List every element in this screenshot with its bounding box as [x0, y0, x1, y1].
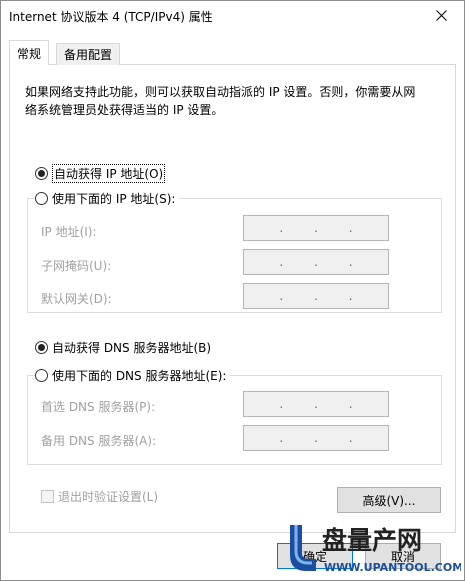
- tab-alternate-config[interactable]: 备用配置: [56, 43, 121, 65]
- advanced-button[interactable]: 高级(V)...: [337, 487, 441, 513]
- radio-label: 自动获得 DNS 服务器地址(B): [52, 341, 212, 355]
- octet-separator: .: [279, 221, 284, 235]
- octet-separator: .: [348, 221, 353, 235]
- radio-auto-ip[interactable]: 自动获得 IP 地址(O): [35, 164, 170, 183]
- radio-indicator: [35, 369, 48, 382]
- alternate-dns-label: 备用 DNS 服务器(A):: [41, 434, 157, 448]
- octet-separator: .: [279, 431, 284, 445]
- alternate-dns-field[interactable]: ...: [243, 425, 389, 451]
- ip-address-label: IP 地址(I):: [41, 225, 97, 239]
- description-line: 络系统管理员处获得适当的 IP 设置。: [25, 103, 224, 117]
- octet-separator: .: [348, 431, 353, 445]
- checkbox-box: [41, 490, 54, 503]
- site-watermark: 盘量产网 WWW.UPANTOOL.COM: [286, 521, 463, 577]
- title-bar: Internet 协议版本 4 (TCP/IPv4) 属性: [1, 1, 464, 31]
- octet-separator: .: [348, 289, 353, 303]
- radio-label: 自动获得 IP 地址(O): [52, 164, 166, 183]
- octet-separator: .: [348, 255, 353, 269]
- watermark-brand: 盘量产网: [322, 526, 422, 555]
- preferred-dns-label: 首选 DNS 服务器(P):: [41, 400, 156, 414]
- tab-general[interactable]: 常规: [9, 40, 50, 65]
- octet-separator: .: [348, 397, 353, 411]
- radio-label: 使用下面的 IP 地址(S):: [52, 192, 176, 206]
- close-icon: [436, 10, 447, 21]
- description-text: 如果网络支持此功能，则可以获取自动指派的 IP 设置。否则，你需要从网 络系统管…: [25, 83, 440, 119]
- dns-group-box: [27, 375, 442, 465]
- default-gateway-label: 默认网关(D):: [41, 292, 112, 306]
- octet-separator: .: [314, 221, 318, 235]
- octet-separator: .: [279, 255, 284, 269]
- radio-manual-dns[interactable]: 使用下面的 DNS 服务器地址(E):: [35, 367, 231, 384]
- subnet-mask-label: 子网掩码(U):: [41, 259, 112, 273]
- properties-dialog: Internet 协议版本 4 (TCP/IPv4) 属性 常规 备用配置 如果…: [0, 0, 465, 581]
- checkbox-label: 退出时验证设置(L): [58, 490, 159, 504]
- radio-auto-dns[interactable]: 自动获得 DNS 服务器地址(B): [35, 339, 216, 356]
- octet-separator: .: [314, 289, 318, 303]
- radio-indicator: [35, 192, 48, 205]
- ip-address-field[interactable]: ...: [243, 215, 389, 241]
- octet-separator: .: [314, 431, 318, 445]
- radio-label: 使用下面的 DNS 服务器地址(E):: [52, 369, 227, 383]
- watermark-url: WWW.UPANTOOL.COM: [324, 561, 461, 574]
- octet-separator: .: [314, 397, 318, 411]
- subnet-mask-field[interactable]: ...: [243, 249, 389, 275]
- window-title: Internet 协议版本 4 (TCP/IPv4) 属性: [9, 10, 213, 24]
- octet-separator: .: [279, 289, 284, 303]
- watermark-logo-icon: 盘量产网 WWW.UPANTOOL.COM: [290, 525, 463, 574]
- octet-separator: .: [314, 255, 318, 269]
- description-line: 如果网络支持此功能，则可以获取自动指派的 IP 设置。否则，你需要从网: [25, 85, 416, 99]
- radio-manual-ip[interactable]: 使用下面的 IP 地址(S):: [35, 190, 180, 207]
- radio-indicator: [35, 167, 48, 180]
- close-button[interactable]: [420, 1, 464, 31]
- validate-on-exit-checkbox[interactable]: 退出时验证设置(L): [41, 488, 158, 505]
- radio-indicator: [35, 341, 48, 354]
- octet-separator: .: [279, 397, 284, 411]
- default-gateway-field[interactable]: ...: [243, 283, 389, 309]
- preferred-dns-field[interactable]: ...: [243, 391, 389, 417]
